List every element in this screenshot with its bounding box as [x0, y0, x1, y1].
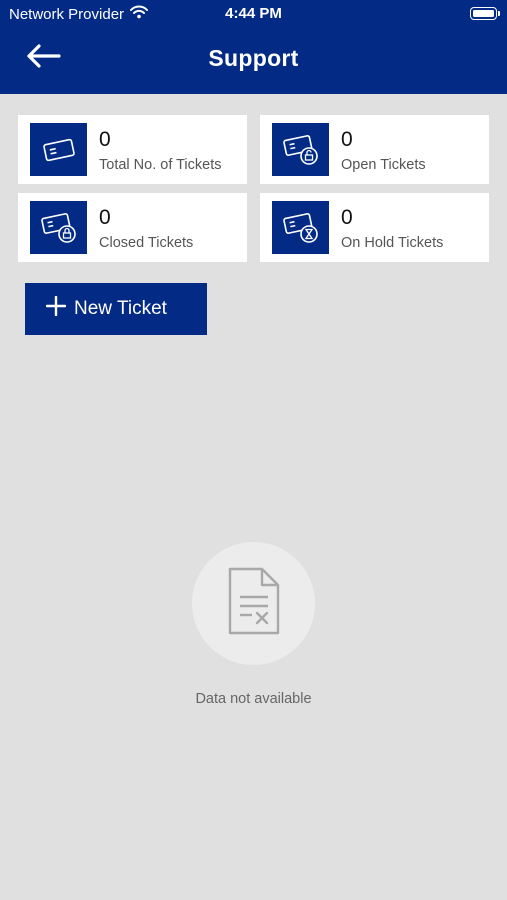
open-tickets-label: Open Tickets — [341, 157, 426, 173]
summary-card-on-hold[interactable]: 0 On Hold Tickets — [260, 193, 489, 262]
total-tickets-count: 0 — [99, 128, 111, 151]
ticket-hourglass-icon — [272, 201, 329, 254]
closed-tickets-label: Closed Tickets — [99, 235, 194, 251]
ticket-unlock-icon — [272, 123, 329, 176]
empty-state-message: Data not available — [195, 691, 312, 707]
on-hold-tickets-count: 0 — [341, 206, 353, 229]
nav-bar: Support — [0, 28, 507, 94]
empty-state-illustration — [192, 542, 315, 665]
summary-card-open[interactable]: 0 Open Tickets — [260, 115, 489, 184]
status-time: 4:44 PM — [225, 5, 282, 22]
app-header: Network Provider 4:44 PM Support — [0, 0, 507, 94]
plus-icon — [45, 295, 67, 322]
new-ticket-label: New Ticket — [74, 298, 167, 319]
page-title: Support — [208, 45, 299, 71]
ticket-icon — [30, 123, 87, 176]
closed-tickets-count: 0 — [99, 206, 111, 229]
status-bar: Network Provider 4:44 PM — [0, 0, 507, 28]
on-hold-tickets-label: On Hold Tickets — [341, 235, 444, 251]
open-tickets-count: 0 — [341, 128, 353, 151]
ticket-lock-icon — [30, 201, 87, 254]
total-tickets-label: Total No. of Tickets — [99, 157, 222, 173]
new-ticket-button[interactable]: New Ticket — [25, 283, 207, 335]
battery-icon — [470, 7, 500, 20]
summary-card-total[interactable]: 0 Total No. of Tickets — [18, 115, 247, 184]
summary-card-closed[interactable]: 0 Closed Tickets — [18, 193, 247, 262]
ticket-summary-grid: 0 Total No. of Tickets 0 Open Tickets 0 … — [18, 115, 490, 262]
document-x-icon — [226, 567, 282, 640]
